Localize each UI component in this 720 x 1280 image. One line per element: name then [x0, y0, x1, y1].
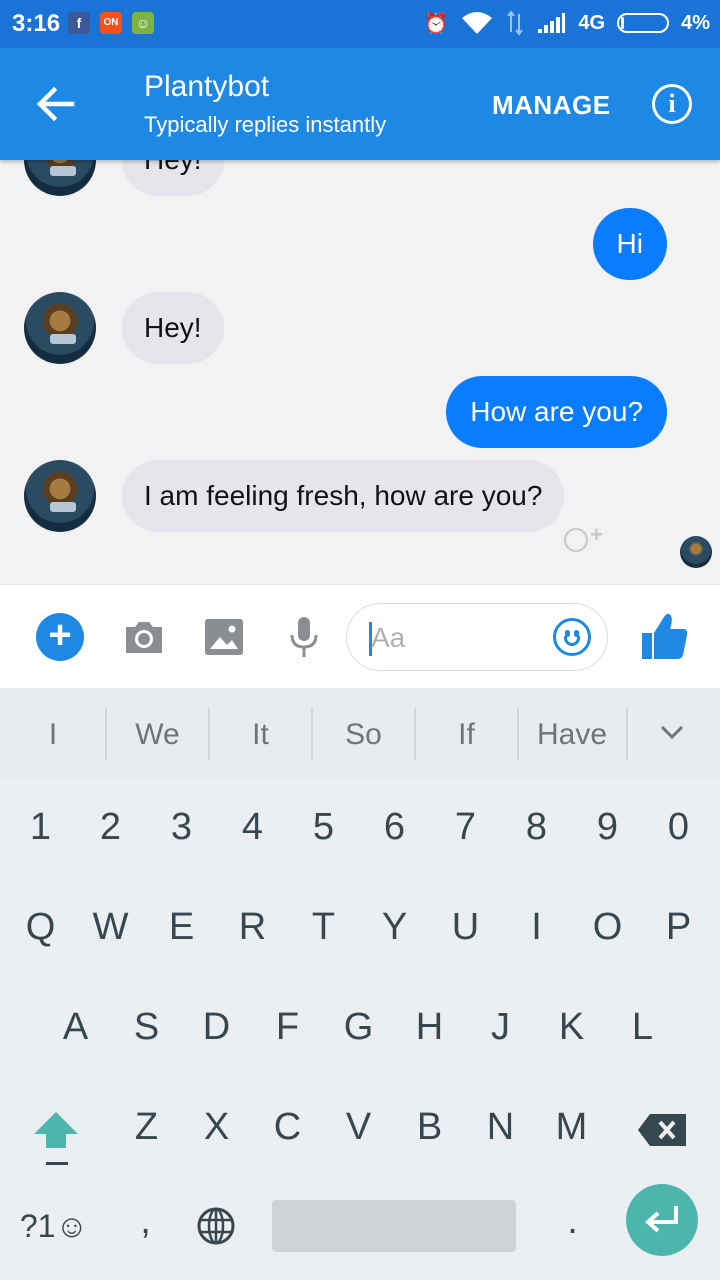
status-time: 3:16: [12, 10, 61, 37]
alarm-icon: ⏰: [423, 12, 449, 35]
bot-avatar[interactable]: [24, 160, 96, 196]
reaction-plus-icon: +: [590, 522, 603, 547]
conversation-header: Plantybot Typically replies instantly MA…: [0, 48, 720, 160]
key[interactable]: A: [40, 1006, 111, 1049]
signal-icon: [538, 13, 566, 33]
key[interactable]: M: [536, 1106, 607, 1149]
key[interactable]: T: [288, 906, 359, 949]
bot-avatar[interactable]: [24, 292, 96, 364]
camera-icon[interactable]: [120, 613, 168, 661]
shift-icon[interactable]: [32, 1110, 80, 1150]
conversation-title[interactable]: Plantybot: [144, 70, 269, 104]
status-indicators: ⏰ 4G 4%: [423, 10, 710, 36]
info-icon[interactable]: i: [652, 84, 692, 124]
message-input-field[interactable]: [346, 603, 608, 671]
enter-icon: [645, 1206, 678, 1233]
globe-icon[interactable]: [196, 1206, 236, 1246]
battery-percent: 4%: [681, 11, 710, 34]
key[interactable]: F: [252, 1006, 323, 1049]
microphone-icon[interactable]: [280, 613, 328, 661]
suggestion-item[interactable]: It: [209, 688, 312, 778]
add-reaction-button[interactable]: +: [556, 522, 614, 560]
manage-button[interactable]: MANAGE: [492, 90, 611, 121]
enter-key[interactable]: [626, 1184, 698, 1256]
message-input[interactable]: [371, 618, 551, 658]
incoming-message[interactable]: Hey!: [122, 292, 224, 364]
space-bar[interactable]: [272, 1200, 516, 1252]
key[interactable]: G: [323, 1006, 394, 1049]
key[interactable]: K: [536, 1006, 607, 1049]
keyboard: 1 2 3 4 5 6 7 8 9 0 Q W E R T Y U I O P …: [0, 778, 720, 1280]
key[interactable]: 4: [217, 806, 288, 849]
key[interactable]: E: [146, 906, 217, 949]
key[interactable]: P: [643, 906, 714, 949]
outgoing-message[interactable]: How are you?: [446, 376, 667, 448]
seen-receipt-avatar: [680, 536, 712, 568]
key[interactable]: H: [394, 1006, 465, 1049]
backspace-icon[interactable]: [636, 1112, 688, 1148]
key[interactable]: Z: [111, 1106, 182, 1149]
incoming-message[interactable]: I am feeling fresh, how are you?: [122, 460, 565, 532]
key[interactable]: J: [465, 1006, 536, 1049]
key[interactable]: 9: [572, 806, 643, 849]
suggestion-item[interactable]: If: [415, 688, 518, 778]
key[interactable]: X: [181, 1106, 252, 1149]
app-notification-icon: ON: [100, 12, 122, 34]
suggestion-divider: [626, 708, 628, 760]
key[interactable]: 5: [288, 806, 359, 849]
battery-icon: [617, 13, 670, 33]
outgoing-message[interactable]: Hi: [592, 208, 667, 280]
key[interactable]: I: [501, 906, 572, 949]
period-key[interactable]: .: [537, 1200, 608, 1243]
plus-icon[interactable]: +: [36, 613, 84, 661]
composer-bar: +: [0, 584, 720, 688]
suggestion-strip: I We It So If Have: [0, 688, 720, 778]
data-transfer-icon: [507, 10, 524, 36]
key[interactable]: U: [430, 906, 501, 949]
comma-key[interactable]: ,: [110, 1200, 181, 1243]
key[interactable]: 0: [643, 806, 714, 849]
back-arrow-icon[interactable]: [32, 82, 80, 126]
key[interactable]: B: [394, 1106, 465, 1149]
suggestion-item[interactable]: So: [312, 688, 415, 778]
key[interactable]: R: [217, 906, 288, 949]
message-list[interactable]: Hey! Hi Hey! How are you? I am feeling f…: [0, 160, 720, 584]
suggestion-item[interactable]: We: [106, 688, 209, 778]
incoming-message[interactable]: Hey!: [122, 160, 224, 196]
thumbs-up-icon[interactable]: [640, 611, 688, 661]
key[interactable]: Y: [359, 906, 430, 949]
key[interactable]: C: [252, 1106, 323, 1149]
key[interactable]: 1: [5, 806, 76, 849]
key[interactable]: L: [607, 1006, 678, 1049]
symbols-key[interactable]: ?1☺: [14, 1208, 94, 1245]
wifi-icon: [462, 12, 493, 34]
key[interactable]: D: [181, 1006, 252, 1049]
key[interactable]: Q: [5, 906, 76, 949]
chevron-down-icon[interactable]: [660, 720, 684, 744]
key[interactable]: 7: [430, 806, 501, 849]
conversation-subtitle: Typically replies instantly: [144, 112, 387, 137]
android-notification-icon: ☺: [132, 12, 154, 34]
reaction-face-icon: [564, 528, 588, 552]
key[interactable]: S: [111, 1006, 182, 1049]
bot-avatar[interactable]: [24, 460, 96, 532]
key[interactable]: 8: [501, 806, 572, 849]
suggestion-item[interactable]: Have: [518, 688, 626, 778]
key[interactable]: 6: [359, 806, 430, 849]
facebook-notification-icon: f: [68, 12, 90, 34]
image-icon[interactable]: [200, 613, 248, 661]
key[interactable]: O: [572, 906, 643, 949]
key[interactable]: 2: [75, 806, 146, 849]
key[interactable]: W: [75, 906, 146, 949]
key[interactable]: V: [323, 1106, 394, 1149]
suggestion-item[interactable]: I: [0, 688, 106, 778]
status-bar: 3:16 f ON ☺ ⏰ 4G 4%: [0, 0, 720, 48]
network-type: 4G: [578, 11, 606, 34]
key[interactable]: 3: [146, 806, 217, 849]
shift-indicator: [46, 1162, 68, 1165]
key[interactable]: N: [465, 1106, 536, 1149]
emoji-icon[interactable]: [553, 618, 591, 656]
